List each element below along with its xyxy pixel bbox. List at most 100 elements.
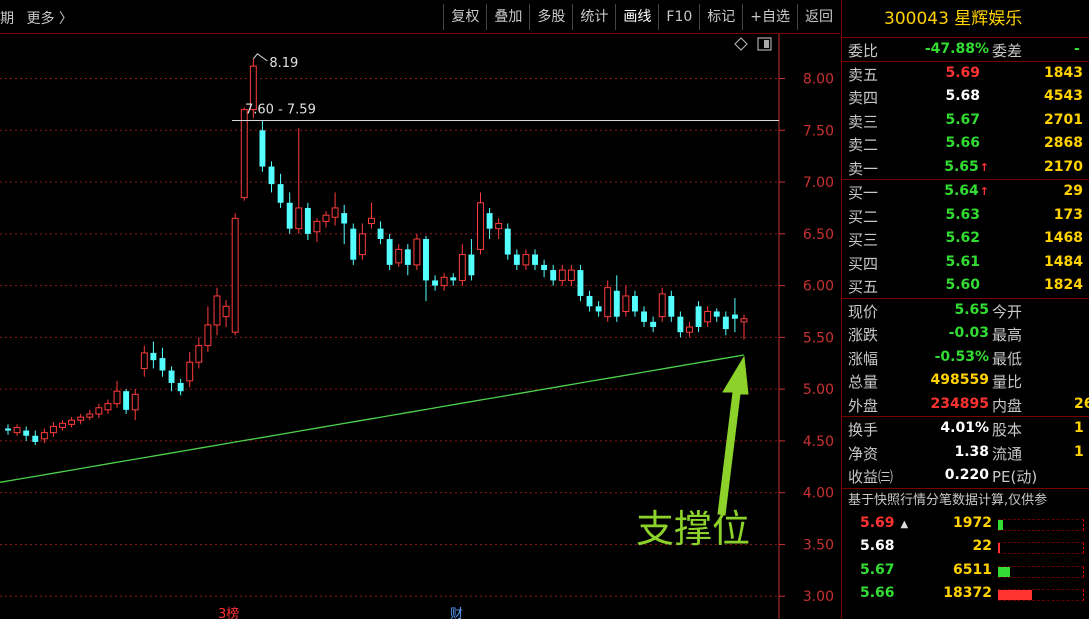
- toolbar-button-5[interactable]: F10: [658, 4, 699, 30]
- ask-level-price: 5.65↑: [944, 159, 989, 175]
- toolbar-button-3[interactable]: 统计: [572, 4, 615, 30]
- tick-price: 5.68: [860, 538, 901, 554]
- candle-body: [186, 361, 194, 382]
- stat-label: 收益㈢: [848, 468, 894, 486]
- candle-body: [541, 264, 548, 271]
- candle-body: [604, 287, 612, 318]
- ask-level-value-text: 5.66: [945, 135, 980, 151]
- tick-row: 5.69 ▲ 1972: [842, 512, 1089, 536]
- price-tick-label: 4.00: [803, 486, 834, 502]
- stat-label2: 今开: [992, 302, 1023, 321]
- price-tick-label: 5.50: [803, 330, 834, 346]
- candle-body: [113, 390, 121, 405]
- candle-body: [159, 358, 166, 371]
- candle-body: [704, 310, 712, 323]
- period-selector[interactable]: 期 更多 〉: [0, 8, 73, 28]
- candle-body: [86, 413, 94, 418]
- candle-body: [13, 426, 21, 434]
- toolbar-button-4[interactable]: 画线: [615, 4, 658, 30]
- candle-body: [586, 295, 593, 307]
- tick-volume-bar: [998, 589, 1084, 601]
- stat-label2: 流通: [992, 444, 1023, 463]
- bid-level-value-text: 5.61: [945, 253, 980, 270]
- bottom-marker: 财: [450, 607, 463, 619]
- candle-body: [504, 228, 511, 255]
- candle-body: [613, 290, 620, 317]
- price-tick-label: 7.50: [803, 123, 834, 139]
- candle-body: [695, 306, 702, 328]
- diff-value: -: [1074, 41, 1080, 57]
- stat-row: 现价 5.65 今开: [842, 299, 1089, 323]
- candle-body: [632, 295, 638, 312]
- stat-label2: 股本: [992, 421, 1023, 439]
- stat-value: -0.03: [949, 325, 989, 341]
- stat-label: 换手: [848, 421, 879, 439]
- candle-body: [150, 352, 157, 361]
- ask-level-value-text: 5.68: [945, 88, 980, 104]
- candlestick-chart[interactable]: 8.00 7.50 7.00 6.50 6.00 5.50 5.00 4.50 4.00 3.50…: [0, 34, 840, 619]
- candle-body: [104, 403, 112, 411]
- tick-price-text: 5.69: [860, 514, 895, 531]
- candle-body: [440, 276, 448, 287]
- price-tick-label: 3.00: [803, 589, 834, 605]
- stat-value-text: -0.03: [948, 325, 989, 341]
- stat-value-text: 4.01%: [940, 420, 989, 436]
- candle-body: [740, 318, 748, 323]
- candle-body: [668, 295, 675, 317]
- toolbar-button-1[interactable]: 叠加: [486, 4, 529, 30]
- toolbar-button-7[interactable]: +自选: [742, 4, 797, 30]
- toolbar-button-8[interactable]: 返回: [797, 4, 840, 30]
- candle-body: [350, 228, 357, 260]
- stat-value: -0.53%: [935, 349, 989, 365]
- price-tick-label: 6.50: [803, 227, 834, 243]
- candle-body: [477, 202, 484, 250]
- bid-level-price: 5.60: [945, 277, 981, 293]
- ask-level-row: 卖三 5.67 2701: [842, 109, 1089, 133]
- candle-body: [722, 316, 729, 330]
- tick-volume: 1972: [953, 514, 992, 531]
- toolbar-buttons: 复权 叠加 多股 统计 画线 F10 标记 +自选 返回: [443, 4, 840, 30]
- candle-body: [213, 295, 221, 326]
- ask-level-label: 卖四: [848, 89, 879, 107]
- more-menu-button[interactable]: 更多 〉: [26, 11, 72, 27]
- toolbar-button-2[interactable]: 多股: [529, 4, 572, 30]
- candle-body: [177, 382, 184, 392]
- triangle-up-icon: ▲: [900, 518, 909, 530]
- stat-row: 收益㈢ 0.220 PE(动): [842, 464, 1089, 488]
- ask-level-label: 卖五: [848, 65, 879, 84]
- candle-body: [432, 280, 439, 286]
- toolbar-button-0[interactable]: 复权: [443, 4, 486, 30]
- top-toolbar: 期 更多 〉 复权 叠加 多股 统计 画线 F10 标记 +自选 返回: [0, 0, 840, 34]
- stat-label: 总量: [848, 373, 879, 391]
- diamond-icon[interactable]: [734, 37, 748, 51]
- candles: 8.19: [5, 53, 748, 446]
- candle-body: [23, 430, 30, 436]
- ask-level-price: 5.69: [945, 65, 981, 81]
- bid-level-value-text: 5.60: [945, 277, 980, 293]
- candle-body: [395, 248, 403, 264]
- toolbar-button-6[interactable]: 标记: [699, 4, 742, 30]
- bid-level-label: 买四: [848, 254, 879, 273]
- horizontal-drawn-line[interactable]: 7.60 - 7.59: [232, 102, 779, 121]
- candle-body: [240, 109, 248, 199]
- bid-level-label: 买三: [848, 231, 879, 249]
- support-arrow-icon: [717, 355, 749, 516]
- tick-note: 基于快照行情分笔数据计算,仅供参: [842, 487, 1089, 512]
- tick-volume-fill: [998, 566, 1010, 577]
- period-label: 期: [0, 11, 14, 27]
- candle-body: [322, 214, 330, 222]
- stat-label2: 内盘: [992, 396, 1023, 415]
- panel-toggle-icon-fill: [764, 40, 769, 48]
- stat-label2: 最高: [992, 326, 1023, 344]
- candle-body: [567, 269, 575, 281]
- stat-value: 1.38: [954, 444, 989, 460]
- candle-body: [595, 306, 602, 312]
- bid-level-volume: 173: [1053, 206, 1083, 223]
- candle-body: [577, 270, 584, 296]
- candle-body: [550, 270, 557, 281]
- candle-body: [259, 130, 266, 167]
- quote-panel: 300043 星辉娱乐 委比 -47.88% 委差 - 卖五 5.69 1843 卖四…: [841, 0, 1089, 619]
- stat-value-text: 1.38: [954, 443, 989, 460]
- ask-level-volume: 4543: [1044, 88, 1083, 104]
- tick-row: 5.67 6511: [842, 559, 1089, 583]
